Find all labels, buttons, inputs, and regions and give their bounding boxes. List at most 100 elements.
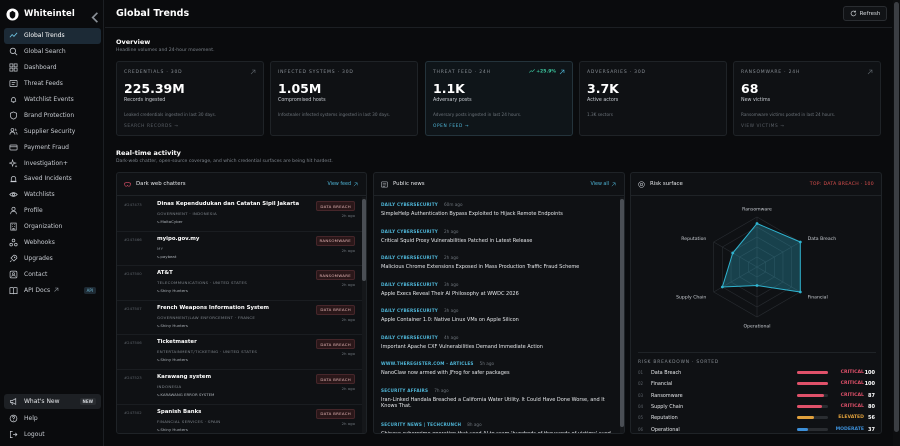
news-item[interactable]: DAILY CYBERSECURITY 60m ago SimpleHelp Aut… <box>381 201 621 217</box>
risk-level: CRITICAL <box>840 403 864 409</box>
view-all-link[interactable]: View all <box>590 182 616 187</box>
sidebar-item-global-trends[interactable]: Global Trends <box>4 28 101 44</box>
news-item[interactable]: DAILY CYBERSECURITY 2h ago Malicious Chrom… <box>381 254 621 270</box>
risk-bar-fill <box>797 404 822 408</box>
radar-axis-label: Financial <box>808 294 828 300</box>
sidebar-item-supplier-security[interactable]: Supplier Security <box>4 123 101 139</box>
open-feed-link[interactable]: OPEN FEED → <box>433 124 469 129</box>
news-item[interactable]: SECURITY AFFAIRS 7h ago Iran-Linked Handal… <box>381 387 621 410</box>
risk-row[interactable]: 06 Operational MODERATE 37 <box>638 425 875 434</box>
news-scrollbar[interactable] <box>620 197 624 433</box>
news-item[interactable]: SECURITY NEWS | TECHCRUNCH 8h ago Chinese … <box>381 421 621 433</box>
post-id: #247523 <box>124 375 142 380</box>
news-item[interactable]: DAILY CYBERSECURITY 4h ago Important Apach… <box>381 334 621 350</box>
megaphone-icon <box>9 398 17 406</box>
threat-actor: ⤷ MaltaCyber <box>157 219 183 224</box>
sidebar-item-threat-feeds[interactable]: Threat Feeds <box>4 76 101 92</box>
victim-org: Karawang system <box>157 374 212 380</box>
view-feed-label: View feed <box>327 182 351 187</box>
sidebar-bottom: What's New NEW Help Logout <box>4 394 101 443</box>
risk-rank: 03 <box>638 392 644 398</box>
sidebar-item-help[interactable]: Help <box>4 411 101 427</box>
incident-tag: DATA BREACH <box>316 304 355 315</box>
news-item[interactable]: DAILY CYBERSECURITY 2h ago Critical Squid … <box>381 228 621 244</box>
sidebar-item-brand-protection[interactable]: Brand Protection <box>4 107 101 123</box>
news-item[interactable]: DAILY CYBERSECURITY 3h ago Apple Execs Rev… <box>381 281 621 297</box>
sidebar-item-upgrades[interactable]: Upgrades <box>4 250 101 266</box>
risk-row[interactable]: 04 Supply Chain CRITICAL 80 <box>638 402 875 413</box>
threat-actor: ⤷ Shiny Hunters <box>157 322 188 328</box>
risk-radar-chart: Ransomware Data Breach Financial Operationa… <box>676 207 836 330</box>
collapse-sidebar-icon[interactable] <box>88 10 103 25</box>
risk-row[interactable]: 02 Financial CRITICAL 100 <box>638 379 875 390</box>
risk-level: CRITICAL <box>840 381 864 387</box>
chatter-row[interactable]: #247507 French Weapons Information System… <box>117 301 365 336</box>
news-source: SECURITY NEWS | TECHCRUNCH <box>381 422 462 427</box>
risk-bar <box>797 371 828 374</box>
risk-level: ELEVATED <box>838 415 864 421</box>
stat-card-credentials[interactable]: CREDENTIALS · 30D 225.39M Records ingest… <box>116 61 264 136</box>
sidebar-item-payment-fraud[interactable]: Payment Fraud <box>4 139 101 155</box>
sidebar-item-contact[interactable]: Contact <box>4 266 101 282</box>
sidebar-item-dashboard[interactable]: Dashboard <box>4 60 101 76</box>
search-records-link[interactable]: SEARCH RECORDS → <box>124 124 178 129</box>
radar-axis-label: Reputation <box>681 236 706 242</box>
risk-row[interactable]: 01 Data Breach CRITICAL 100 <box>638 368 875 379</box>
victim-meta: MY <box>157 245 164 251</box>
news-source: DAILY CYBERSECURITY <box>381 308 438 313</box>
victim-org: Dinas Kependudukan dan Catatan Sipil Jak… <box>157 201 300 207</box>
stat-delta-value: +25.9% <box>536 69 556 75</box>
scroll-thumb[interactable] <box>362 199 366 281</box>
sidebar-item-saved-incidents[interactable]: Saved Incidents <box>4 171 101 187</box>
chatter-row[interactable]: #247523 Karawang system INDONESIA ⤷ KARAWAN… <box>117 370 365 405</box>
page-scroll-thumb[interactable] <box>894 2 899 432</box>
stat-note: 1.3K sectors <box>587 112 613 117</box>
chatter-row[interactable]: #247500 AT&T TELECOMMUNICATIONS · UNITED S… <box>117 266 365 301</box>
sidebar-item-profile[interactable]: Profile <box>4 203 101 219</box>
risk-bar-fill <box>797 382 828 386</box>
risk-bar <box>797 393 828 397</box>
sidebar-item-investigation[interactable]: Investigation+ <box>4 155 101 171</box>
news-item[interactable]: DAILY CYBERSECURITY 3h ago Apple Container… <box>381 307 621 323</box>
news-headline: Important Apache CXF Vulnerabilities Dem… <box>381 344 543 350</box>
chatter-scrollbar[interactable] <box>362 197 366 433</box>
news-item[interactable]: WWW.THEREGISTER.COM · ARTICLES 5h ago Nano… <box>381 360 621 376</box>
sidebar-item-organization[interactable]: Organization <box>4 219 101 235</box>
risk-score: 100 <box>864 370 875 376</box>
chatter-row[interactable]: #247502 Spanish Banks FINANCIAL SERVICES ·… <box>117 405 365 433</box>
stat-card-ransomware[interactable]: RANSOMWARE · 24H 68 New victims Ransomwa… <box>733 61 881 136</box>
sidebar-nav: Global Trends Global Search Dashboard Th… <box>4 28 101 298</box>
stat-card-adversaries[interactable]: ADVERSARIES · 30D 3.7K Active actors 1.3… <box>579 61 727 136</box>
stat-card-infected-systems[interactable]: INFECTED SYSTEMS · 30D 1.05M Compromised… <box>270 61 418 136</box>
news-source: WWW.THEREGISTER.COM · ARTICLES <box>381 361 474 366</box>
risk-row[interactable]: 03 Ransomware CRITICAL 87 <box>638 391 875 402</box>
refresh-button[interactable]: Refresh <box>843 6 887 21</box>
page-scrollbar[interactable] <box>893 0 900 446</box>
chatter-row[interactable]: #247466 myipo.gov.my MY ⤷ paybeat RANSOMWARE… <box>117 232 365 267</box>
sidebar-item-watchlist-events[interactable]: Watchlist Events <box>4 92 101 108</box>
risk-row[interactable]: 05 Reputation ELEVATED 56 <box>638 413 875 424</box>
stat-card-threat-feed[interactable]: THREAT FEED · 24H +25.9% 1.1K Adversary … <box>425 61 573 136</box>
news-headline: Apple Execs Reveal Their AI Philosophy a… <box>381 291 519 297</box>
trend-up-icon <box>529 69 536 73</box>
view-victims-link[interactable]: VIEW VICTIMS → <box>741 124 784 129</box>
scroll-thumb[interactable] <box>620 199 624 427</box>
sidebar-item-api-docs[interactable]: API Docs API <box>4 282 101 298</box>
view-feed-link[interactable]: View feed <box>327 182 358 187</box>
risk-rank: 05 <box>638 415 644 421</box>
chatter-row[interactable]: #247506 Ticketmaster ENTERTAINMENT/TICKETI… <box>117 335 365 370</box>
sidebar-item-webhooks[interactable]: Webhooks <box>4 235 101 251</box>
chatter-row[interactable]: #247473 Dinas Kependudukan dan Catatan Si… <box>117 197 365 232</box>
stat-desc: Adversary posts <box>433 98 472 103</box>
victim-org: French Weapons Information System <box>157 304 270 311</box>
shield-icon <box>9 111 18 120</box>
whats-new-button[interactable]: What's New NEW <box>4 394 101 409</box>
risk-category: Data Breach <box>651 370 682 376</box>
view-all-label: View all <box>590 182 609 187</box>
sidebar-item-watchlists[interactable]: Watchlists <box>4 187 101 203</box>
sidebar-item-global-search[interactable]: Global Search <box>4 44 101 60</box>
sidebar: Whiteintel Global Trends Global Search D… <box>0 0 104 446</box>
risk-rank: 01 <box>638 370 644 375</box>
sidebar-item-logout[interactable]: Logout <box>4 427 101 443</box>
risk-bar <box>797 404 828 408</box>
